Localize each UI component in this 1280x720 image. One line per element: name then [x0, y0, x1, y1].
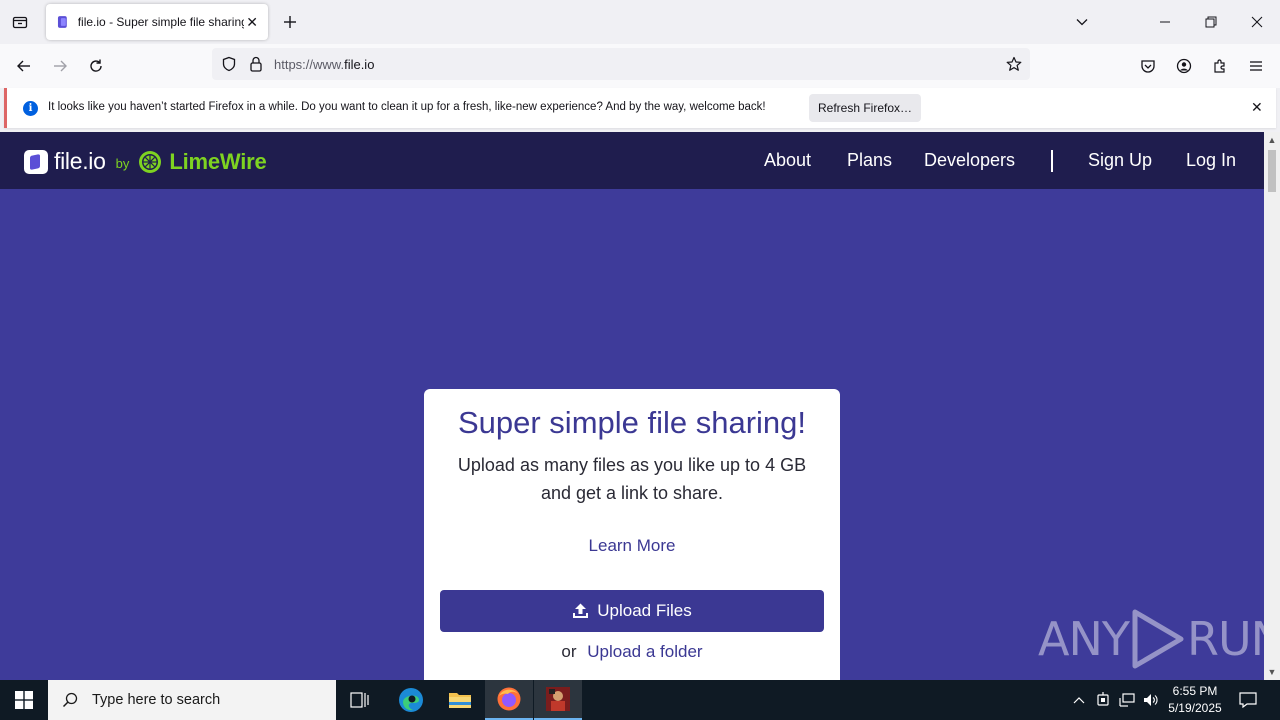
- clock-time: 6:55 PM: [1172, 684, 1218, 698]
- limewire-name: LimeWire: [169, 148, 267, 174]
- nav-about-link[interactable]: About: [764, 150, 811, 171]
- minimize-icon[interactable]: [1153, 10, 1177, 34]
- scroll-thumb[interactable]: [1268, 150, 1276, 192]
- tab-title: file.io - Super simple file sharing: [77, 15, 245, 29]
- pocket-icon[interactable]: [1136, 54, 1160, 78]
- site-logo[interactable]: file.io by LimeWire: [24, 148, 267, 175]
- file-explorer-icon[interactable]: [436, 680, 484, 720]
- tab-close-icon[interactable]: ✕: [244, 14, 260, 31]
- card-subtitle: Upload as many files as you like up to 4…: [424, 451, 840, 507]
- nav-sign-up-link[interactable]: Sign Up: [1088, 150, 1152, 171]
- extensions-icon[interactable]: [1208, 54, 1232, 78]
- address-bar[interactable]: https://www.file.io: [212, 48, 1030, 80]
- nav-plans-link[interactable]: Plans: [847, 150, 892, 171]
- notification-bar: i It looks like you haven’t started Fire…: [4, 88, 1276, 128]
- play-triangle-icon: [1132, 609, 1184, 669]
- app-icon[interactable]: [534, 680, 582, 720]
- nav-divider: [1051, 150, 1053, 172]
- limewire-logo-icon: [139, 150, 162, 173]
- browser-tab[interactable]: file.io - Super simple file sharing ✕: [46, 4, 268, 40]
- tab-list-icon[interactable]: [8, 10, 32, 34]
- fileio-favicon-icon: [57, 16, 67, 28]
- url-text[interactable]: https://www.file.io: [274, 57, 374, 72]
- upload-icon: [573, 603, 589, 618]
- restore-icon[interactable]: [1199, 10, 1223, 34]
- upload-files-button[interactable]: Upload Files: [440, 590, 824, 632]
- notification-text: It looks like you haven’t started Firefo…: [48, 101, 766, 113]
- page-scrollbar[interactable]: ▲ ▼: [1264, 132, 1280, 680]
- search-icon: [62, 692, 78, 708]
- scroll-up-icon[interactable]: ▲: [1264, 132, 1280, 148]
- lock-icon[interactable]: [249, 56, 263, 72]
- anyrun-watermark: ANY RUN: [1038, 608, 1264, 670]
- chevron-down-icon[interactable]: [1070, 10, 1094, 34]
- info-icon: i: [23, 101, 38, 116]
- account-icon[interactable]: [1172, 54, 1196, 78]
- page-viewport: file.io by LimeWire About Plans Develope…: [0, 132, 1264, 680]
- refresh-firefox-button[interactable]: Refresh Firefox…: [809, 94, 921, 122]
- reload-icon[interactable]: [84, 54, 108, 78]
- back-icon[interactable]: [12, 54, 36, 78]
- logo-name: file.io: [54, 148, 106, 174]
- menu-icon[interactable]: [1244, 54, 1268, 78]
- edge-icon[interactable]: [387, 680, 435, 720]
- upload-files-label: Upload Files: [597, 601, 692, 620]
- site-header: file.io by LimeWire About Plans Develope…: [0, 132, 1264, 189]
- logo-by: by: [115, 156, 130, 171]
- scroll-down-icon[interactable]: ▼: [1264, 664, 1280, 680]
- fileio-logo-icon: [24, 149, 48, 174]
- close-window-icon[interactable]: [1245, 10, 1269, 34]
- or-text: or: [561, 642, 577, 661]
- volume-icon[interactable]: [1142, 680, 1160, 720]
- firefox-icon[interactable]: [485, 680, 533, 720]
- windows-taskbar: Type here to search 6:55 PM 5/19/2025: [0, 680, 1280, 720]
- taskbar-search-box[interactable]: Type here to search: [48, 680, 336, 720]
- taskbar-clock[interactable]: 6:55 PM 5/19/2025: [1166, 683, 1224, 717]
- tracking-protection-shield-icon[interactable]: [221, 56, 237, 72]
- card-subtitle-line2: and get a link to share.: [540, 483, 724, 503]
- notifications-icon[interactable]: [1236, 680, 1260, 720]
- search-placeholder: Type here to search: [92, 692, 221, 708]
- device-tray-icon[interactable]: [1094, 680, 1112, 720]
- tray-chevron-up-icon[interactable]: [1070, 680, 1088, 720]
- watermark-left: ANY: [1038, 612, 1130, 666]
- upload-folder-link[interactable]: Upload a folder: [587, 642, 702, 661]
- clock-date: 5/19/2025: [1168, 701, 1222, 715]
- nav-log-in-link[interactable]: Log In: [1186, 150, 1236, 171]
- tab-strip: file.io - Super simple file sharing ✕: [0, 0, 1280, 44]
- card-subtitle-line1: Upload as many files as you like up to 4…: [457, 455, 807, 475]
- windows-start-icon[interactable]: [0, 680, 48, 720]
- watermark-right: RUN: [1186, 612, 1264, 666]
- forward-icon[interactable]: [48, 54, 72, 78]
- task-view-icon[interactable]: [336, 680, 384, 720]
- card-title: Super simple file sharing!: [457, 405, 807, 440]
- network-icon[interactable]: [1118, 680, 1136, 720]
- nav-developers-link[interactable]: Developers: [924, 150, 1015, 171]
- learn-more-link[interactable]: Learn More: [424, 536, 840, 556]
- bookmark-star-icon[interactable]: [1006, 56, 1022, 72]
- new-tab-icon[interactable]: [280, 12, 300, 32]
- upload-card: Super simple file sharing! Upload as man…: [424, 389, 840, 680]
- upload-folder-line: or Upload a folder: [424, 642, 840, 662]
- notification-close-icon[interactable]: ✕: [1251, 99, 1263, 116]
